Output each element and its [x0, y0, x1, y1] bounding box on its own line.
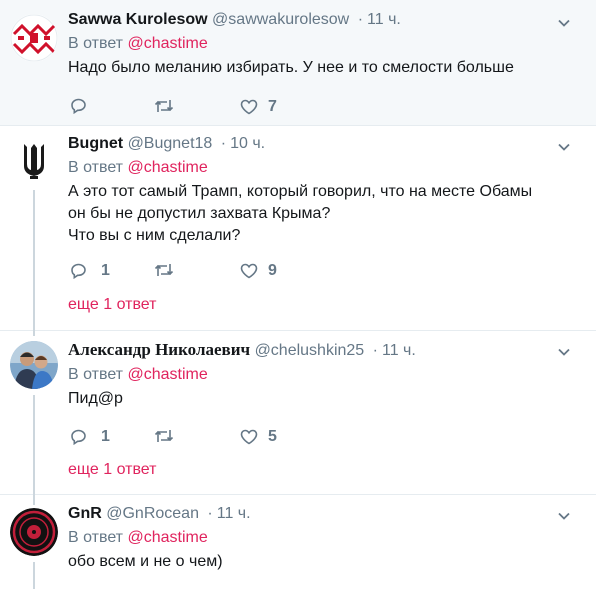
reply-icon: [71, 429, 86, 445]
tweet-header: Александр Николаевич @chelushkin25 · 11 ч…: [68, 340, 596, 361]
timestamp[interactable]: 11 ч.: [382, 342, 416, 359]
heart-icon: [240, 99, 258, 115]
reply-button[interactable]: [70, 98, 87, 114]
chevron-down-icon[interactable]: [557, 345, 571, 359]
tweet-text: А это тот самый Трамп, который говорил, …: [68, 181, 596, 247]
reply-context: В ответ @chastime: [68, 158, 596, 178]
tweet-text-line: А это тот самый Трамп, который говорил, …: [68, 183, 533, 200]
tweet-text-line: он бы не допустил захвата Крыма?: [68, 205, 331, 222]
like-button[interactable]: 9: [240, 262, 277, 280]
author-handle[interactable]: @sawwakurolesow: [212, 11, 349, 28]
tweet-header: GnR @GnRocean · 11 ч.: [68, 504, 596, 524]
retweet-button[interactable]: [154, 98, 174, 114]
reply-prefix: В ответ: [68, 35, 124, 52]
chevron-down-icon[interactable]: [557, 16, 571, 30]
like-button[interactable]: 5: [240, 428, 277, 446]
timestamp[interactable]: 10 ч.: [230, 135, 265, 152]
author-name[interactable]: Bugnet: [68, 135, 123, 152]
reply-count: 1: [101, 262, 110, 279]
retweet-button[interactable]: [154, 428, 174, 444]
separator: ·: [220, 135, 227, 152]
heart-icon: [240, 429, 258, 445]
retweet-icon: [154, 430, 174, 442]
mention-link[interactable]: @chastime: [127, 159, 207, 176]
reply-button[interactable]: 1: [70, 262, 110, 280]
tweet-header: Bugnet @Bugnet18 · 10 ч.: [68, 134, 596, 154]
reply-context: В ответ @chastime: [68, 528, 596, 548]
reply-context: В ответ @chastime: [68, 34, 596, 54]
show-more-replies-link[interactable]: еще 1 ответ: [68, 461, 156, 479]
like-count: 9: [268, 262, 277, 279]
tweet-text: обо всем и не о чем): [68, 553, 223, 570]
mention-link[interactable]: @chastime: [127, 366, 207, 383]
reply-count: 1: [101, 428, 110, 445]
reply-prefix: В ответ: [68, 159, 124, 176]
reply-icon: [71, 263, 86, 279]
tweet-actions: 1 9: [68, 262, 368, 282]
tweet-actions: 1 5: [68, 428, 368, 448]
like-count: 5: [268, 428, 277, 445]
photo-avatar-icon: [10, 341, 58, 389]
reply-context: В ответ @chastime: [68, 365, 596, 385]
thread-line: [33, 395, 35, 505]
retweet-icon: [154, 264, 174, 276]
tweet-sawwa[interactable]: Sawwa Kurolesow @sawwakurolesow · 11 ч. В…: [0, 0, 596, 126]
tweet-text: Пид@р: [68, 390, 123, 407]
retweet-icon: [154, 100, 174, 112]
retweet-button[interactable]: [154, 262, 174, 278]
tweet-actions: 7: [68, 98, 368, 118]
author-name[interactable]: Sawwa Kurolesow: [68, 11, 208, 28]
reply-prefix: В ответ: [68, 529, 124, 546]
tweet-text-line: Что вы с ним сделали?: [68, 227, 241, 244]
reply-button[interactable]: 1: [70, 428, 110, 446]
gnr-logo-avatar-icon: [10, 508, 58, 556]
timestamp[interactable]: 11 ч.: [217, 505, 251, 522]
ornament-avatar-icon: [10, 14, 58, 62]
tweet-aleksandr[interactable]: Александр Николаевич @chelushkin25 · 11 ч…: [0, 331, 596, 505]
separator: ·: [357, 11, 364, 28]
author-name[interactable]: GnR: [68, 505, 102, 522]
tweet-gnr[interactable]: GnR @GnRocean · 11 ч. В ответ @chastime о…: [0, 495, 596, 589]
heart-icon: [240, 263, 258, 279]
separator: ·: [372, 342, 378, 359]
like-count: 7: [268, 98, 277, 115]
mention-link[interactable]: @chastime: [127, 529, 207, 546]
author-handle[interactable]: @GnRocean: [106, 505, 199, 522]
thread-line: [33, 562, 35, 589]
thread-line: [33, 190, 35, 336]
reply-prefix: В ответ: [68, 366, 124, 383]
separator: ·: [207, 505, 213, 522]
trident-avatar-icon: [10, 136, 58, 184]
chevron-down-icon[interactable]: [557, 509, 571, 523]
avatar[interactable]: [10, 136, 58, 184]
chevron-down-icon[interactable]: [557, 140, 571, 154]
like-button[interactable]: 7: [240, 98, 277, 116]
tweet-bugnet[interactable]: Bugnet @Bugnet18 · 10 ч. В ответ @chastim…: [0, 126, 596, 336]
avatar[interactable]: [10, 508, 58, 556]
avatar[interactable]: [10, 341, 58, 389]
reply-icon: [71, 98, 86, 114]
author-name[interactable]: Александр Николаевич: [68, 340, 250, 359]
author-handle[interactable]: @Bugnet18: [128, 135, 213, 152]
timestamp[interactable]: 11 ч.: [367, 11, 401, 28]
avatar[interactable]: [10, 14, 58, 62]
author-handle[interactable]: @chelushkin25: [255, 342, 365, 359]
show-more-replies-link[interactable]: еще 1 ответ: [68, 296, 156, 314]
mention-link[interactable]: @chastime: [127, 35, 207, 52]
tweet-header: Sawwa Kurolesow @sawwakurolesow · 11 ч.: [68, 10, 596, 30]
tweet-text: Надо было меланию избирать. У нее и то с…: [68, 59, 514, 76]
